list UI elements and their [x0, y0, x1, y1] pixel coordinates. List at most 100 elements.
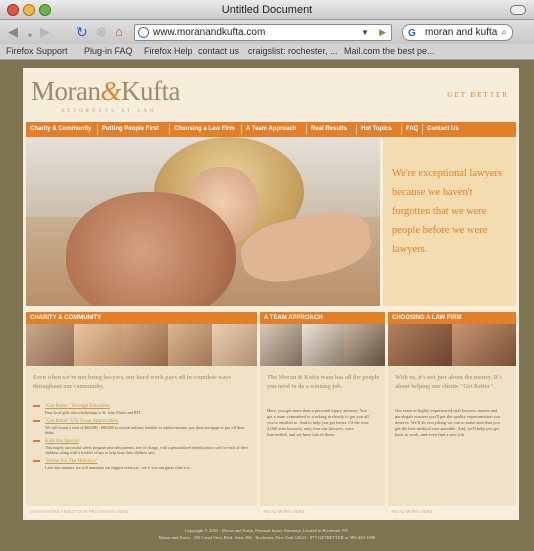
- footer-copyright: Copyright © 2005 - Moran and Kufta, Pers…: [185, 528, 349, 533]
- site-favicon-icon: [138, 27, 149, 38]
- browser-window: { "window": {"title": "Untitled Document…: [0, 0, 534, 551]
- list-item: "Get Better" Through Education Four local…: [33, 403, 253, 415]
- toolbar-toggle-button[interactable]: [510, 5, 526, 15]
- list-item: "Get Better" UN Troop Appreciation We wil…: [33, 418, 253, 435]
- search-text: moran and kufta: [425, 27, 498, 38]
- stop-icon[interactable]: ⊗: [96, 24, 107, 40]
- column-lede: The Moran & Kufta team has all the peopl…: [267, 375, 379, 390]
- logo-ampersand: &: [100, 76, 121, 106]
- list-item-link[interactable]: "Get Better" UN Troop Appreciation: [45, 418, 253, 425]
- column-lede: Even when we're not being lawyers, our h…: [33, 375, 231, 390]
- nav-divider: [422, 124, 423, 135]
- read-more-link[interactable]: READ MORE HERE: [388, 506, 516, 517]
- nav-divider: [401, 124, 402, 135]
- list-item: "Home For The Holidays" Later this summer…: [33, 458, 253, 470]
- photo: [212, 324, 257, 366]
- title-bar: Untitled Document: [0, 0, 534, 20]
- bookmark-item[interactable]: Firefox Help: [144, 44, 193, 59]
- list-item-text: This hugely successful safety program pr…: [45, 445, 248, 455]
- column-text: Our team of highly experienced trial law…: [395, 408, 501, 437]
- list-item: Kids Are Special This hugely successful s…: [33, 438, 253, 455]
- footer-address: Moran and Kufta · 200 Canal View Blvd. S…: [158, 535, 376, 540]
- team-photos: [260, 324, 385, 366]
- site-nav: Charity & Community Putting People First…: [26, 122, 516, 137]
- photo: [388, 324, 452, 366]
- column-lede: With us, it's not just about the money. …: [395, 375, 502, 390]
- site-logo[interactable]: Moran&Kufta: [31, 76, 180, 107]
- nav-charity-community[interactable]: Charity & Community: [30, 122, 91, 137]
- home-icon[interactable]: ⌂: [115, 24, 123, 40]
- photo: [168, 324, 212, 366]
- read-more-link[interactable]: READ MORE HERE: [260, 506, 385, 517]
- back-arrow-icon[interactable]: ◀: [8, 24, 18, 40]
- charity-column: CHARITY & COMMUNITY Even when we're not …: [26, 312, 257, 517]
- nav-divider: [306, 124, 307, 135]
- nav-divider: [241, 124, 242, 135]
- photo: [26, 324, 74, 366]
- nav-real-results[interactable]: Real Results: [311, 122, 347, 137]
- nav-contact-us[interactable]: Contact Us: [427, 122, 459, 137]
- nav-team-approach[interactable]: A Team Approach: [246, 122, 296, 137]
- column-heading: A TEAM APPROACH: [260, 312, 385, 324]
- bullet-dash: [33, 405, 40, 407]
- nav-choosing-law-firm[interactable]: Choosing a Law Firm: [174, 122, 235, 137]
- bookmarks-bar: Firefox Support Plug-in FAQ Firefox Help…: [0, 44, 534, 60]
- list-item-text: Four local girls win scholarships to St.…: [45, 410, 142, 415]
- bookmark-item[interactable]: Mail.com the best pe...: [344, 44, 435, 59]
- get-better-slogan: GET BETTER: [447, 91, 509, 99]
- window-title: Untitled Document: [221, 4, 313, 16]
- go-arrow-icon[interactable]: ▶: [379, 25, 386, 40]
- hero-quote: We're exceptional lawyers because we hav…: [383, 137, 516, 306]
- search-engine-icon[interactable]: G: [408, 26, 416, 41]
- nav-divider: [169, 124, 170, 135]
- bookmark-item[interactable]: Plug-in FAQ: [84, 44, 133, 59]
- nav-hot-topics[interactable]: Hot Topics: [361, 122, 392, 137]
- logo-text: Kufta: [121, 76, 180, 106]
- photo: [344, 324, 385, 366]
- hero-man-face: [66, 192, 236, 306]
- choosing-body: With us, it's not just about the money. …: [388, 366, 516, 506]
- nav-divider: [97, 124, 98, 135]
- choosing-column: CHOOSING A LAW FIRM With us, it's not ju…: [388, 312, 516, 517]
- page-content: Moran&Kufta ATTORNEYS AT LAW GET BETTER …: [0, 60, 534, 551]
- reload-icon[interactable]: ↻: [76, 24, 88, 40]
- site-footer: Copyright © 2005 - Moran and Kufta, Pers…: [0, 527, 534, 541]
- back-dropdown-icon[interactable]: ▾: [28, 28, 32, 44]
- bookmark-item[interactable]: contact us: [198, 44, 239, 59]
- team-column: A TEAM APPROACH The Moran & Kufta team h…: [260, 312, 385, 517]
- bullet-dash: [33, 420, 40, 422]
- bullet-dash: [33, 460, 40, 462]
- address-bar[interactable]: www.moranandkufta.com ▼ ▶: [134, 24, 392, 41]
- bullet-dash: [33, 440, 40, 442]
- column-heading: CHARITY & COMMUNITY: [26, 312, 257, 324]
- charity-list: "Get Better" Through Education Four local…: [33, 403, 253, 473]
- list-item-link[interactable]: "Home For The Holidays": [45, 458, 253, 465]
- nav-faq[interactable]: FAQ: [406, 122, 418, 137]
- nav-putting-people-first[interactable]: Putting People First: [102, 122, 159, 137]
- charity-photos: [26, 324, 257, 366]
- hero-photo: [26, 137, 380, 306]
- history-dropdown-icon[interactable]: ▼: [361, 25, 369, 40]
- choosing-photos: [388, 324, 516, 366]
- photo: [260, 324, 302, 366]
- navigation-toolbar: ◀ ▾ ▶ ↻ ⊗ ⌂ www.moranandkufta.com ▼ ▶ G …: [0, 20, 534, 44]
- bookmark-item[interactable]: craigslist: rochester, ...: [248, 44, 338, 59]
- logo-tagline: ATTORNEYS AT LAW: [61, 109, 158, 114]
- learn-more-link[interactable]: LEARN MORE ABOUT OUR PROGRAMS HERE: [26, 506, 257, 517]
- charity-body: Even when we're not being lawyers, our h…: [26, 366, 257, 506]
- column-text: Here, you get more than a personal injur…: [267, 408, 369, 437]
- team-body: The Moran & Kufta team has all the peopl…: [260, 366, 385, 506]
- search-icon[interactable]: ⌕: [501, 25, 507, 40]
- photo: [452, 324, 516, 366]
- column-heading: CHOOSING A LAW FIRM: [388, 312, 516, 324]
- list-item-link[interactable]: "Get Better" Through Education: [45, 403, 253, 410]
- photo: [122, 324, 168, 366]
- search-input[interactable]: G moran and kufta ⌕: [402, 24, 513, 41]
- site-container: Moran&Kufta ATTORNEYS AT LAW GET BETTER …: [23, 68, 519, 520]
- photo: [74, 324, 122, 366]
- url-text: www.moranandkufta.com: [153, 27, 266, 38]
- bookmark-item[interactable]: Firefox Support: [6, 44, 68, 59]
- list-item-link[interactable]: Kids Are Special: [45, 438, 253, 445]
- forward-arrow-icon[interactable]: ▶: [40, 24, 50, 40]
- list-item-text: We will award a total of $40,000 - $80,0…: [45, 425, 245, 435]
